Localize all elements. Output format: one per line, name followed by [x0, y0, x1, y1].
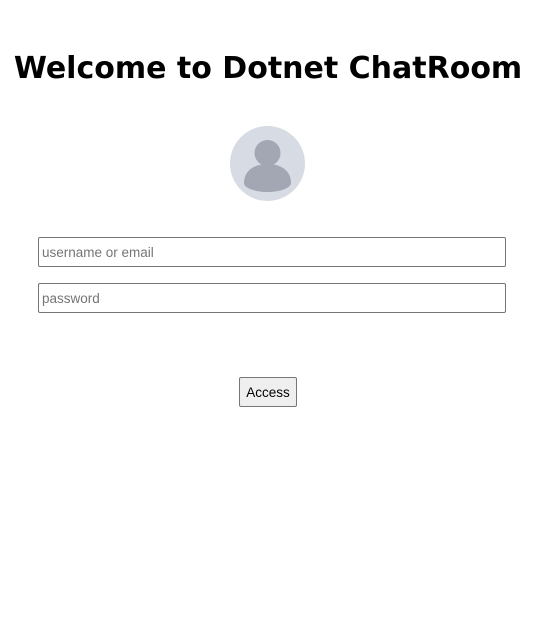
- access-button[interactable]: Access: [239, 377, 297, 407]
- page-title: Welcome to Dotnet ChatRoom: [13, 51, 523, 86]
- avatar: [230, 126, 305, 201]
- user-avatar-icon: [244, 140, 291, 192]
- password-input[interactable]: [38, 283, 506, 313]
- username-input[interactable]: [38, 237, 506, 267]
